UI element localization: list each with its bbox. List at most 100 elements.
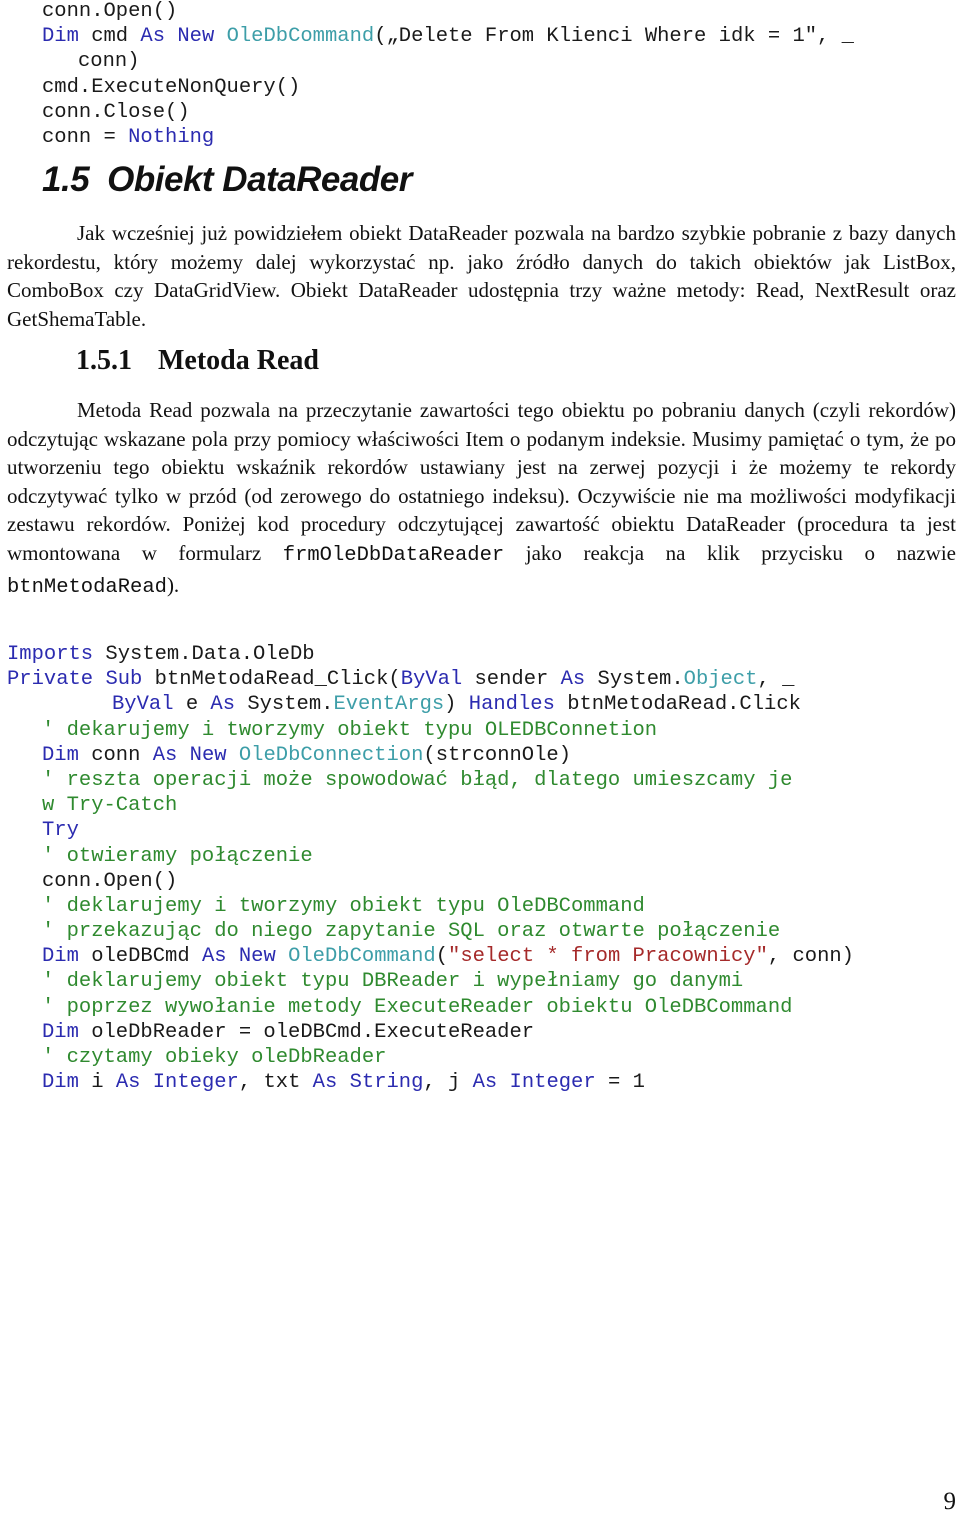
code-keyword: Private [7,668,94,692]
code-line: Try [7,818,854,843]
paragraph-text-part3: ). [166,572,180,597]
code-keyword: New [177,25,215,49]
code-keyword: ByVal [112,693,174,717]
code-text: conn.Open() [42,869,178,893]
code-text: ) [444,693,469,717]
code-comment: ' poprzez wywołanie metody ExecuteReader… [42,995,793,1019]
page-number: 9 [943,1488,957,1515]
code-comment: ' deklarujemy i tworzymy obiekt typu Ole… [42,894,645,918]
code-type: OleDbConnection [238,743,424,767]
code-text: e [173,693,211,717]
code-keyword: As [472,1071,498,1095]
code-comment: ' reszta operacji może spowodować błąd, … [42,768,793,792]
button-name-code: btnMetodaRead [7,575,167,599]
code-line: Imports System.Data.OleDb [7,642,854,667]
code-text: cmd.ExecuteNonQuery() [42,75,301,99]
subsection-number: 1.5.1 [76,345,132,376]
code-text: , conn) [767,945,854,969]
section-number: 1.5 [42,160,90,199]
code-comment: ' otwieramy połączenie [42,844,313,868]
code-keyword: Integer [509,1071,596,1095]
code-text: („Delete From Klienci Where idk = 1″, _ [374,25,854,49]
form-name-code: frmOleDbDataReader [282,543,505,567]
code-text: btnMetodaRead_Click( [142,668,401,692]
code-block-main: Imports System.Data.OleDb Private Sub btn… [7,642,854,1095]
code-keyword: New [238,945,276,969]
code-keyword: Dim [42,1071,79,1095]
code-text: i [78,1071,116,1095]
code-keyword: Integer [152,1071,239,1095]
code-keyword: String [349,1071,424,1095]
code-type: Object [683,668,758,692]
paragraph-text-part2: jako reakcja na klik przycisku o nazwie [504,540,956,565]
code-text: System. [585,668,684,692]
code-text: conn.Open() [42,0,178,23]
section-title: Obiekt DataReader [107,160,412,199]
code-keyword: Dim [42,945,79,969]
code-line: ByVal e As System.EventArgs) Handles btn… [7,692,854,717]
section-paragraph: Jak wcześniej już powidziełem obiekt Dat… [7,219,956,333]
code-keyword: As [201,945,227,969]
code-text: oleDbReader = oleDBCmd.ExecuteReader [78,1020,535,1044]
code-block-top: conn.Open() Dim cmd As New OleDbCommand(„… [42,0,854,150]
code-line: ' otwieramy połączenie [7,844,854,869]
code-line: Dim i As Integer, txt As String, j As In… [7,1070,854,1095]
code-keyword: Dim [42,1020,79,1044]
code-keyword: As [152,743,178,767]
code-text: btnMetodaRead.Click [554,693,801,717]
code-string: "select * from Pracownicy" [448,945,768,969]
code-line: ' poprzez wywołanie metody ExecuteReader… [7,995,854,1020]
code-line: ' deklarujemy obiekt typu DBReader i wyp… [7,969,854,994]
code-comment: ' czytamy obieky oleDbReader [42,1046,387,1069]
section-heading: 1.5 Obiekt DataReader [42,160,412,200]
code-keyword: Dim [42,25,79,49]
code-comment: ' przekazując do niego zapytanie SQL ora… [42,920,781,944]
code-text: , j [423,1071,473,1095]
section-paragraph-text: Jak wcześniej już powidziełem obiekt Dat… [7,221,956,331]
subsection-heading: 1.5.1 Metoda Read [76,345,319,377]
subsection-title: Metoda Read [158,345,319,376]
code-text: , txt [238,1071,313,1095]
code-keyword: ByVal [400,668,463,692]
code-text: sender [462,668,561,692]
code-keyword: As [560,668,586,692]
code-line: w Try-Catch [7,793,854,818]
code-keyword: Imports [7,643,94,666]
code-keyword: Sub [105,668,143,692]
code-text: oleDBCmd [78,945,202,969]
code-line: Dim conn As New OleDbConnection(strconnO… [7,743,854,768]
code-line: conn) [42,49,854,74]
code-keyword: Handles [468,693,555,717]
code-line: Dim oleDbReader = oleDBCmd.ExecuteReader [7,1020,854,1045]
paragraph-text-part1: Metoda Read pozwala na przeczytanie zawa… [7,398,956,565]
code-line: Dim oleDBCmd As New OleDbCommand("select… [7,944,854,969]
code-text: ( [435,945,449,969]
code-text: conn = [42,125,129,149]
code-keyword: As [312,1071,338,1095]
code-type: EventArgs [333,693,445,717]
code-keyword: Dim [42,743,79,767]
code-text: = 1 [595,1071,645,1095]
subsection-paragraph-text: Metoda Read pozwala na przeczytanie zawa… [7,396,956,602]
code-keyword: Nothing [128,125,215,149]
code-line: ' przekazując do niego zapytanie SQL ora… [7,919,854,944]
code-comment: w Try-Catch [42,794,178,818]
subsection-paragraph: Metoda Read pozwala na przeczytanie zawa… [7,396,956,602]
code-keyword: Try [42,819,79,843]
code-line: cmd.ExecuteNonQuery() [42,75,854,100]
code-keyword: New [189,743,227,767]
code-text: conn) [78,50,140,74]
code-keyword: As [140,25,166,49]
code-comment: ' deklarujemy obiekt typu DBReader i wyp… [42,970,744,994]
code-keyword: As [210,693,236,717]
code-line: ' deklarujemy i tworzymy obiekt typu Ole… [7,894,854,919]
